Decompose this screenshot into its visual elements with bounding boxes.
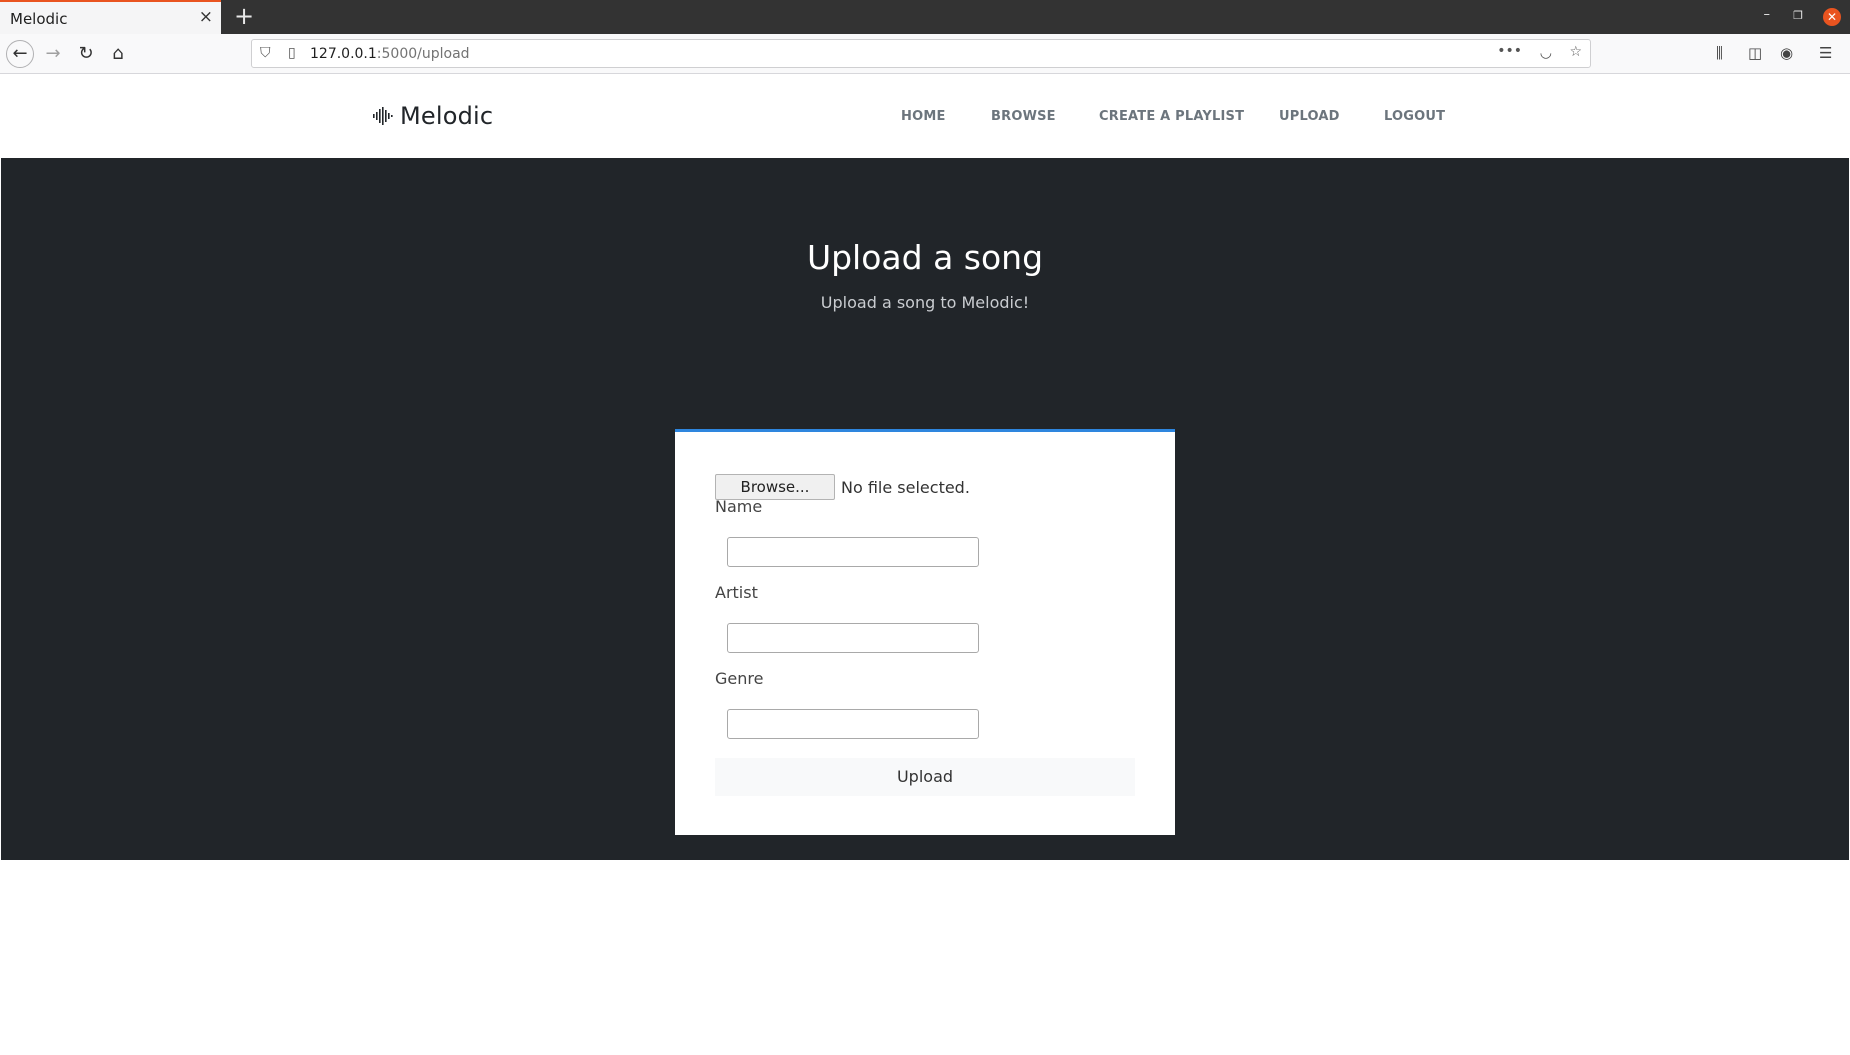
bookmark-star-icon[interactable]: ☆	[1569, 44, 1582, 60]
minimize-icon[interactable]: –	[1764, 7, 1771, 22]
shield-icon[interactable]: ⛉	[260, 45, 271, 61]
library-icon[interactable]: ⫼	[1716, 44, 1723, 62]
account-icon[interactable]: ◉	[1780, 44, 1793, 62]
name-field[interactable]	[727, 537, 979, 567]
brand[interactable]: Melodic	[372, 102, 493, 130]
forward-icon[interactable]: →	[39, 40, 67, 68]
page-subtitle: Upload a song to Melodic!	[820, 293, 1030, 312]
upload-form: Browse... No file selected. Name Artist …	[675, 429, 1175, 835]
url-path: :5000/upload	[376, 46, 470, 62]
artist-field[interactable]	[727, 623, 979, 653]
upload-button[interactable]: Upload	[715, 758, 1135, 796]
url-bar[interactable]: ⛉ ▯ 127.0.0.1:5000/upload ••• ◡ ☆	[251, 39, 1591, 68]
menu-icon[interactable]: ☰	[1819, 44, 1832, 62]
more-actions-icon[interactable]: •••	[1497, 43, 1522, 59]
genre-label: Genre	[715, 669, 764, 688]
home-icon[interactable]: ⌂	[104, 40, 132, 68]
restore-icon[interactable]: ❐	[1793, 9, 1803, 22]
sidebar-icon[interactable]: ◫	[1748, 44, 1762, 62]
browser-tab[interactable]: Melodic ×	[0, 0, 221, 34]
new-tab-icon[interactable]: +	[234, 3, 254, 29]
browser-toolbar: ← → ↻ ⌂ ⛉ ▯ 127.0.0.1:5000/upload ••• ◡ …	[0, 34, 1850, 74]
file-status: No file selected.	[841, 477, 970, 497]
url-host: 127.0.0.1	[310, 46, 377, 62]
page-title: Upload a song	[806, 238, 1044, 277]
nav-browse[interactable]: BROWSE	[991, 109, 1056, 124]
url-text[interactable]: 127.0.0.1:5000/upload	[310, 46, 470, 62]
window-close-icon[interactable]: ✕	[1823, 8, 1841, 26]
page-info-icon[interactable]: ▯	[288, 45, 296, 61]
site-header: Melodic HOME BROWSE CREATE A PLAYLIST UP…	[1, 74, 1849, 158]
page: Melodic HOME BROWSE CREATE A PLAYLIST UP…	[1, 74, 1849, 1055]
tab-close-icon[interactable]: ×	[199, 8, 213, 26]
artist-label: Artist	[715, 583, 758, 602]
soundwave-icon	[373, 107, 393, 125]
reload-icon[interactable]: ↻	[72, 40, 100, 68]
nav-home[interactable]: HOME	[901, 109, 946, 124]
nav-upload[interactable]: UPLOAD	[1279, 109, 1340, 124]
browser-titlebar: Melodic × + – ❐ ✕	[0, 0, 1850, 34]
back-icon[interactable]: ←	[6, 40, 34, 68]
nav-logout[interactable]: LOGOUT	[1384, 109, 1445, 124]
tab-title: Melodic	[10, 10, 68, 28]
name-label: Name	[715, 497, 763, 516]
genre-field[interactable]	[727, 709, 979, 739]
pocket-icon[interactable]: ◡	[1540, 45, 1552, 61]
nav-create-playlist[interactable]: CREATE A PLAYLIST	[1099, 109, 1244, 124]
brand-name: Melodic	[400, 102, 494, 130]
upload-section: Upload a song Upload a song to Melodic! …	[1, 158, 1849, 860]
